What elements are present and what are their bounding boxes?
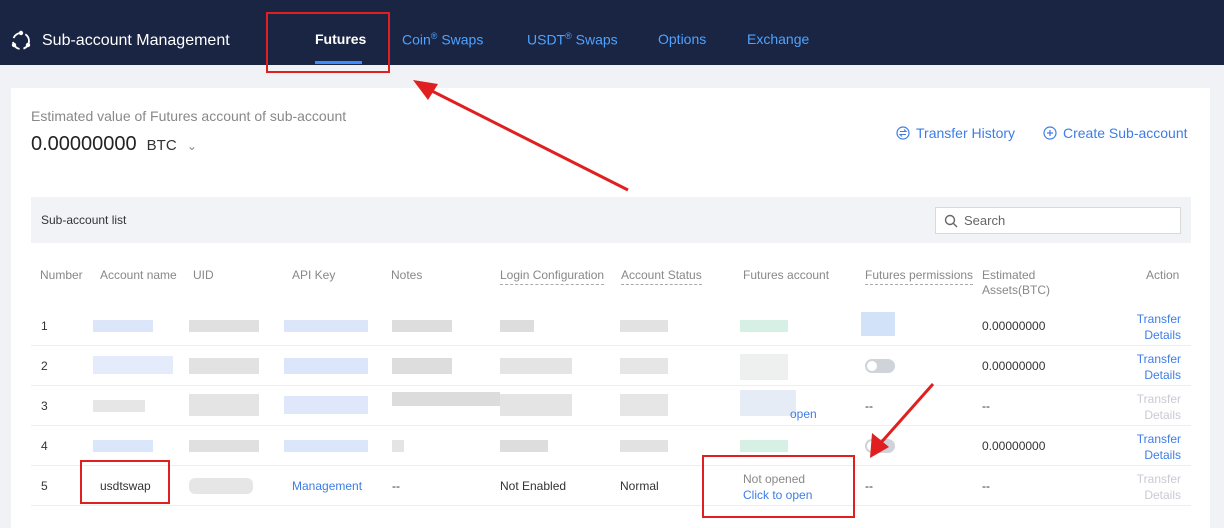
arrow-head-icon	[413, 80, 438, 100]
arrow-to-click-to-open	[876, 383, 935, 447]
annotation-arrows	[413, 80, 935, 458]
arrow-to-futures-tab	[425, 86, 629, 192]
